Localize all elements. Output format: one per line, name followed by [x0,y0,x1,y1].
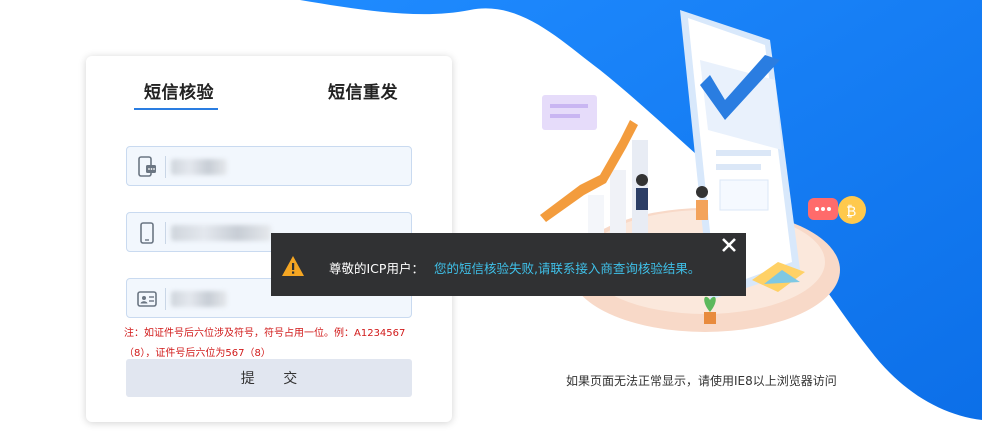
active-tab-indicator [134,108,218,110]
tab-sms-verify[interactable]: 短信核验 [144,78,214,103]
close-icon[interactable] [720,236,738,254]
sms-code-field[interactable] [126,146,412,186]
tab-sms-resend[interactable]: 短信重发 [328,78,398,103]
toast-message: 尊敬的ICP用户： 您的短信核验失败,请联系接入商查询核验结果。 [329,258,700,277]
browser-compat-tip: 如果页面无法正常显示，请使用IE8以上浏览器访问 [566,374,837,388]
blurred-value [171,291,227,307]
submit-button[interactable]: 提 交 [126,359,412,397]
toast-title: 尊敬的ICP用户： [329,261,424,276]
field-separator [165,288,166,310]
blurred-value [171,159,227,175]
svg-text:₿: ₿ [846,204,856,220]
verification-illustration: ₿ [540,10,866,332]
tab-bar: 短信核验 短信重发 [86,78,452,114]
id-number-note: 注：如证件号后六位涉及符号，符号占用一位。例：A1234567（8），证件号后六… [124,328,406,359]
toast-text: 您的短信核验失败,请联系接入商查询核验结果。 [433,261,701,276]
blurred-value [171,225,271,241]
field-separator [165,222,166,244]
id-card-icon [137,291,157,307]
sms-phone-icon [138,156,156,177]
mobile-phone-icon [140,222,154,244]
page: ₿ 短信核验 短信重发 注：如证件号后六位涉及符号，符号占用一位。例：A1234… [0,0,982,446]
field-separator [165,156,166,178]
error-toast: 尊敬的ICP用户： 您的短信核验失败,请联系接入商查询核验结果。 [271,233,746,296]
warning-icon [282,256,304,276]
